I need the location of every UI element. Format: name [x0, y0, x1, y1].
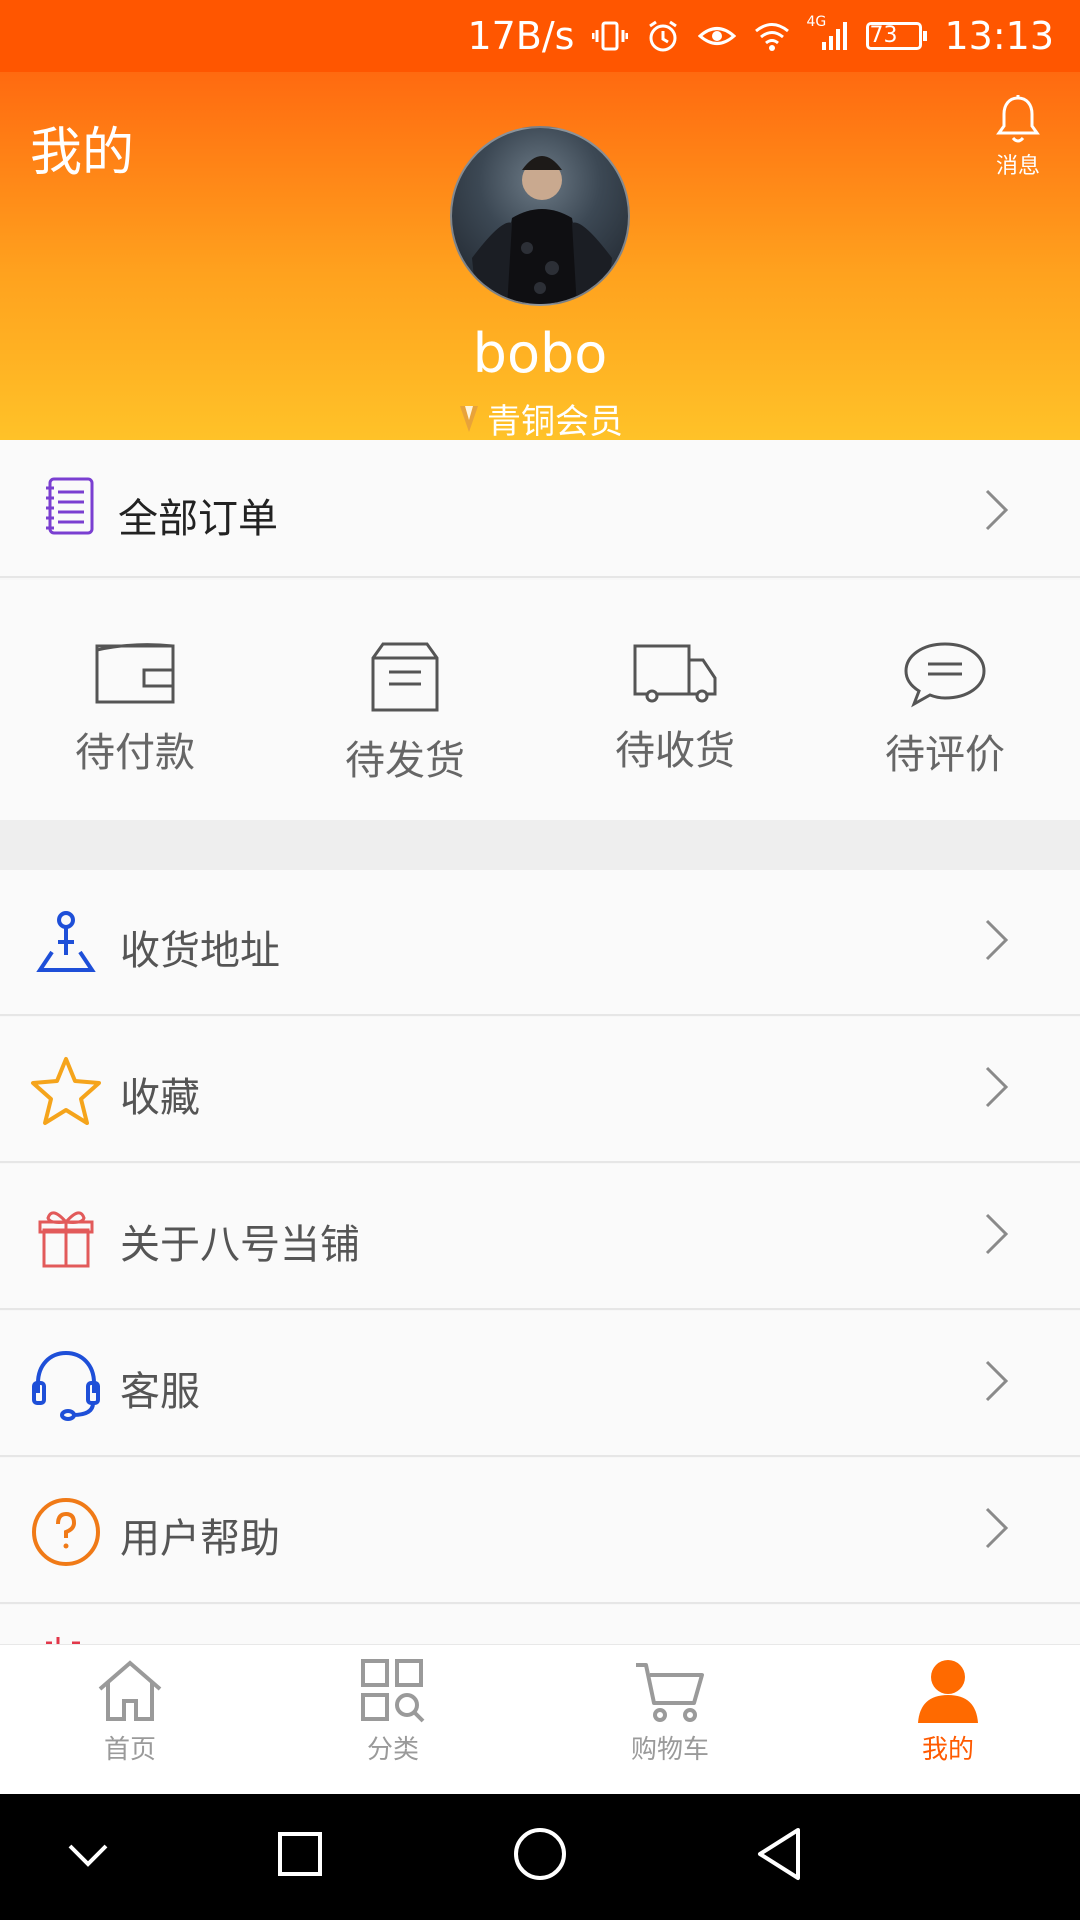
chevron-right-icon: [985, 1360, 1009, 1402]
tab-label: 分类: [366, 1735, 419, 1765]
tab-mine[interactable]: 我的: [848, 1657, 1048, 1766]
vibrate-icon: [592, 18, 629, 54]
clock: 13:13: [944, 14, 1054, 58]
wifi-icon: [754, 21, 790, 51]
medal-icon: [460, 405, 478, 432]
system-nav-bar: [0, 1794, 1080, 1920]
chevron-right-icon: [985, 489, 1009, 531]
truck-icon: [633, 644, 717, 703]
tab-label: 购物车: [630, 1735, 709, 1765]
tab-category[interactable]: 分类: [293, 1657, 493, 1766]
tab-cart[interactable]: 购物车: [570, 1657, 770, 1766]
chevron-right-icon: [985, 1066, 1009, 1108]
order-list-icon: [46, 477, 94, 535]
chevron-right-icon: [985, 919, 1009, 961]
chevron-down-icon[interactable]: [66, 1842, 110, 1870]
bottom-nav: 首页 分类 购物车 我的: [0, 1644, 1080, 1794]
question-circle-icon: [32, 1498, 100, 1566]
tab-label: 我的: [921, 1735, 974, 1765]
headset-icon: [32, 1350, 100, 1421]
member-badge[interactable]: 青铜会员: [0, 394, 1080, 443]
status-label: 待收货: [615, 728, 735, 774]
message-button[interactable]: 消息: [986, 94, 1050, 180]
package-box-icon: [371, 642, 439, 712]
star-icon: [31, 1057, 101, 1125]
message-label: 消息: [995, 154, 1040, 179]
home-icon: [98, 1660, 162, 1721]
chat-bubble-icon: [904, 642, 986, 708]
signal-icon: 4G: [806, 14, 848, 52]
eye-icon: [698, 21, 737, 51]
page-title: 我的: [30, 123, 135, 183]
order-pending-shipment[interactable]: 待发货: [270, 640, 540, 786]
tab-home[interactable]: 首页: [30, 1657, 230, 1766]
order-status-row: 待付款 待发货 待收货 待评价: [0, 580, 1080, 820]
wallet-icon: [95, 643, 175, 704]
order-pending-receipt[interactable]: 待收货: [540, 640, 810, 776]
menu-label: 用户帮助: [120, 1516, 280, 1562]
status-bar: 17B/s 4G 73 13:13: [0, 0, 1080, 72]
chevron-right-icon: [985, 1213, 1009, 1255]
all-orders-label: 全部订单: [118, 496, 278, 542]
avatar[interactable]: [450, 126, 630, 306]
username: bobo: [472, 322, 608, 385]
menu-item-favorites[interactable]: 收藏: [0, 1017, 1080, 1163]
net-speed: 17B/s: [467, 14, 575, 58]
home-circle-icon[interactable]: [512, 1826, 568, 1882]
network-type: 4G: [806, 14, 827, 30]
order-pending-payment[interactable]: 待付款: [0, 640, 270, 778]
menu-label: 关于八号当铺: [120, 1222, 360, 1268]
menu-item-about[interactable]: 关于八号当铺: [0, 1164, 1080, 1310]
recent-apps-icon[interactable]: [276, 1830, 324, 1878]
menu-item-partial[interactable]: [0, 1605, 1080, 1645]
status-label: 待评价: [885, 732, 1005, 778]
menu-label: 客服: [120, 1369, 200, 1415]
bell-icon: [996, 95, 1040, 143]
all-orders-row[interactable]: 全部订单: [0, 440, 1080, 578]
alarm-icon: [646, 19, 680, 53]
chevron-right-icon: [985, 1507, 1009, 1549]
cart-icon: [636, 1663, 704, 1722]
menu-label: 收货地址: [120, 928, 280, 974]
location-pin-icon: [36, 911, 96, 972]
menu-label: 收藏: [120, 1075, 200, 1121]
status-label: 待发货: [345, 738, 465, 784]
person-icon: [918, 1660, 978, 1723]
menu-item-customer-service[interactable]: 客服: [0, 1311, 1080, 1457]
battery-icon: 73: [866, 22, 928, 50]
menu-item-address[interactable]: 收货地址: [0, 870, 1080, 1016]
section-divider: [0, 820, 1080, 870]
back-icon[interactable]: [754, 1826, 804, 1882]
profile-header: 我的 消息 bobo 青铜会员: [0, 72, 1080, 443]
gift-icon: [38, 1211, 94, 1268]
order-pending-review[interactable]: 待评价: [810, 640, 1080, 780]
status-label: 待付款: [75, 730, 195, 776]
member-level: 青铜会员: [487, 402, 623, 442]
menu-item-help[interactable]: 用户帮助: [0, 1458, 1080, 1604]
tab-label: 首页: [103, 1735, 156, 1765]
grid-icon: [361, 1659, 425, 1723]
